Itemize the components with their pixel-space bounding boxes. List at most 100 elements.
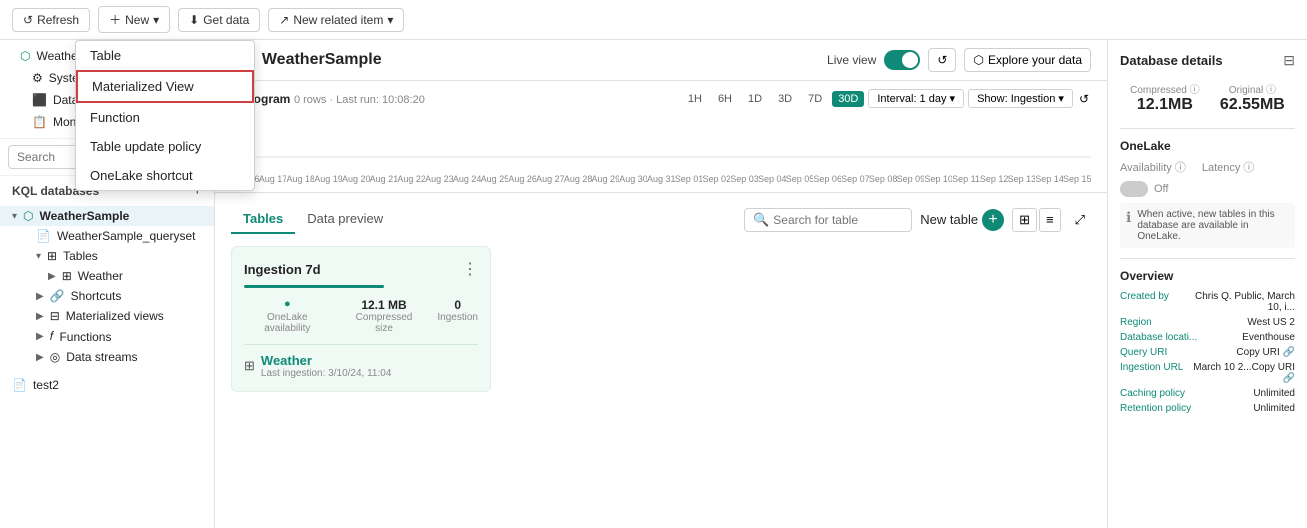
histogram-date: Sep 07 bbox=[841, 174, 869, 184]
info-icon: ℹ bbox=[1126, 209, 1131, 226]
time-btn-1d[interactable]: 1D bbox=[742, 91, 768, 107]
sidebar-item-shortcuts[interactable]: ▶ 🔗 Shortcuts bbox=[0, 286, 214, 306]
dropdown-item-function[interactable]: Function bbox=[76, 103, 254, 132]
time-btn-1h[interactable]: 1H bbox=[682, 91, 708, 107]
expand-button[interactable]: ⤢ bbox=[1069, 209, 1091, 231]
chevron-down-icon: ▾ bbox=[153, 13, 159, 27]
time-btn-30d[interactable]: 30D bbox=[832, 91, 864, 107]
ingestion-stats: ● OneLake availability 12.1 MB Compresse… bbox=[244, 298, 478, 334]
dropdown-item-materialized-view[interactable]: Materialized View bbox=[76, 70, 254, 103]
right-panel: Database details ⊟ Compressed ⓘ 12.1MB O… bbox=[1107, 40, 1307, 528]
weather-table-info: Weather Last ingestion: 3/10/24, 11:04 bbox=[261, 353, 391, 379]
histogram-date: Sep 13 bbox=[1008, 174, 1036, 184]
tables-header: Tables Data preview 🔍 New table + ⊞ ≡ bbox=[231, 205, 1091, 234]
sidebar-item-data-streams[interactable]: ▶ ◎ Data streams bbox=[0, 347, 214, 367]
rows-today-value: 0 bbox=[437, 298, 478, 312]
tables-icon: ⊞ bbox=[47, 249, 57, 263]
show-button[interactable]: Show: Ingestion ▾ bbox=[968, 89, 1073, 108]
dropdown-item-table-update-policy[interactable]: Table update policy bbox=[76, 132, 254, 161]
chevron-down-icon4: ▾ bbox=[36, 251, 41, 262]
histogram-date: Sep 03 bbox=[730, 174, 758, 184]
new-table-button[interactable]: New table + bbox=[920, 209, 1004, 231]
histogram-date: Aug 19 bbox=[314, 174, 342, 184]
toolbar: ↺ Refresh ＋ New ▾ ⬇ Get data ↗ New relat… bbox=[0, 0, 1307, 40]
histogram-date: Aug 29 bbox=[592, 174, 620, 184]
overview-row: Retention policy Unlimited bbox=[1120, 403, 1295, 414]
histogram-date: Aug 30 bbox=[619, 174, 647, 184]
grid-view-button[interactable]: ⊞ bbox=[1012, 208, 1037, 232]
histogram-date: Aug 22 bbox=[397, 174, 425, 184]
collapse-panel-button[interactable]: ⊟ bbox=[1283, 52, 1295, 69]
explore-icon: ⬡ bbox=[973, 53, 983, 67]
histogram-header: Histogram 0 rows · Last run: 10:08:20 1H… bbox=[231, 89, 1091, 108]
sidebar-item-materialized-views[interactable]: ▶ ⊟ Materialized views bbox=[0, 306, 214, 326]
tables-tabs: Tables Data preview bbox=[231, 205, 395, 234]
new-related-button[interactable]: ↗ New related item ▾ bbox=[268, 8, 404, 32]
stat-rows: 0 Ingestion bbox=[437, 298, 478, 334]
histogram-date: Sep 02 bbox=[702, 174, 730, 184]
interval-button[interactable]: Interval: 1 day ▾ bbox=[868, 89, 964, 108]
availability-row: Availability ⓘ Latency ⓘ bbox=[1120, 159, 1295, 175]
tab-data-preview[interactable]: Data preview bbox=[295, 205, 395, 234]
sidebar-item-functions[interactable]: ▶ 𝑓 Functions bbox=[0, 326, 214, 347]
dropdown-item-table[interactable]: Table bbox=[76, 41, 254, 70]
size-row: Compressed ⓘ 12.1MB Original ⓘ 62.55MB bbox=[1120, 81, 1295, 114]
db-size-section: Compressed ⓘ 12.1MB Original ⓘ 62.55MB bbox=[1120, 81, 1295, 114]
overview-rows: Created by Chris Q. Public, March 10, i.… bbox=[1120, 291, 1295, 414]
get-data-button[interactable]: ⬇ Get data bbox=[178, 8, 260, 32]
histogram-date: Aug 27 bbox=[536, 174, 564, 184]
sidebar-item-tables-group[interactable]: ▾ ⊞ Tables bbox=[0, 246, 214, 266]
histogram-section: Histogram 0 rows · Last run: 10:08:20 1H… bbox=[215, 81, 1107, 193]
onelake-toggle-row: Off bbox=[1120, 181, 1295, 197]
refresh-histogram-button[interactable]: ↺ bbox=[928, 48, 956, 72]
search-table-input[interactable] bbox=[773, 213, 903, 227]
onelake-stat-icon: ● bbox=[244, 298, 331, 310]
dropdown-item-onelake-shortcut[interactable]: OneLake shortcut bbox=[76, 161, 254, 190]
search-icon: 🔍 bbox=[753, 212, 769, 228]
sidebar-item-weather-table[interactable]: ▶ ⊞ Weather bbox=[0, 266, 214, 286]
original-size-item: Original ⓘ 62.55MB bbox=[1220, 81, 1285, 114]
sidebar-item-test2[interactable]: 📄 test2 bbox=[0, 375, 214, 395]
refresh-chart-button[interactable]: ↺ bbox=[1077, 90, 1091, 108]
last-ingestion-text: Last ingestion: 3/10/24, 11:04 bbox=[261, 368, 391, 379]
stat-compressed: 12.1 MB Compressed size bbox=[347, 298, 422, 334]
download-icon: ⬇ bbox=[189, 13, 199, 27]
tab-tables[interactable]: Tables bbox=[231, 205, 295, 234]
histogram-date: Sep 04 bbox=[758, 174, 786, 184]
overview-row-label: Caching policy bbox=[1120, 388, 1185, 399]
new-button[interactable]: ＋ New ▾ bbox=[98, 6, 170, 33]
overview-row-label: Query URI bbox=[1120, 347, 1167, 358]
time-btn-6h[interactable]: 6H bbox=[712, 91, 738, 107]
compressed-size-value: 12.1 MB bbox=[347, 298, 422, 312]
overview-row-value: Eventhouse bbox=[1242, 332, 1295, 343]
refresh-button[interactable]: ↺ Refresh bbox=[12, 8, 90, 32]
weather-table-name[interactable]: Weather bbox=[261, 353, 391, 368]
sidebar-item-weathersample-queryset[interactable]: 📄 WeatherSample_queryset bbox=[0, 226, 214, 246]
histogram-date: Sep 05 bbox=[786, 174, 814, 184]
search-table-wrap: 🔍 bbox=[744, 208, 912, 232]
original-label: Original ⓘ bbox=[1220, 81, 1285, 96]
overview-row-label: Database locati... bbox=[1120, 332, 1197, 343]
histogram-date: Sep 09 bbox=[897, 174, 925, 184]
onelake-toggle[interactable] bbox=[1120, 181, 1148, 197]
explore-data-button[interactable]: ⬡ Explore your data bbox=[964, 48, 1091, 72]
table-icon: ⊞ bbox=[62, 269, 72, 283]
card-menu-button[interactable]: ⋮ bbox=[462, 259, 478, 279]
time-btn-7d[interactable]: 7D bbox=[802, 91, 828, 107]
histogram-date: Aug 26 bbox=[508, 174, 536, 184]
overview-row-value: Unlimited bbox=[1253, 403, 1295, 414]
compressed-label: Compressed ⓘ bbox=[1130, 81, 1199, 96]
ingestion-card-header: Ingestion 7d ⋮ bbox=[244, 259, 478, 279]
histogram-subtitle: 0 rows · Last run: 10:08:20 bbox=[294, 94, 425, 106]
live-view-toggle[interactable] bbox=[884, 50, 920, 70]
header-actions: Live view ↺ ⬡ Explore your data bbox=[827, 48, 1091, 72]
onelake-title: OneLake bbox=[1120, 139, 1171, 153]
histogram-dates: Aug 16Aug 17Aug 18Aug 19Aug 20Aug 21Aug … bbox=[231, 174, 1091, 184]
overview-row-label: Retention policy bbox=[1120, 403, 1191, 414]
ingestion-card-title: Ingestion 7d bbox=[244, 262, 321, 277]
overview-row: Caching policy Unlimited bbox=[1120, 388, 1295, 399]
onelake-info-text: When active, new tables in this database… bbox=[1137, 209, 1289, 242]
time-btn-3d[interactable]: 3D bbox=[772, 91, 798, 107]
list-view-button[interactable]: ≡ bbox=[1039, 208, 1061, 232]
sidebar-item-weathersample[interactable]: ▾ ⬡ WeatherSample bbox=[0, 206, 214, 226]
